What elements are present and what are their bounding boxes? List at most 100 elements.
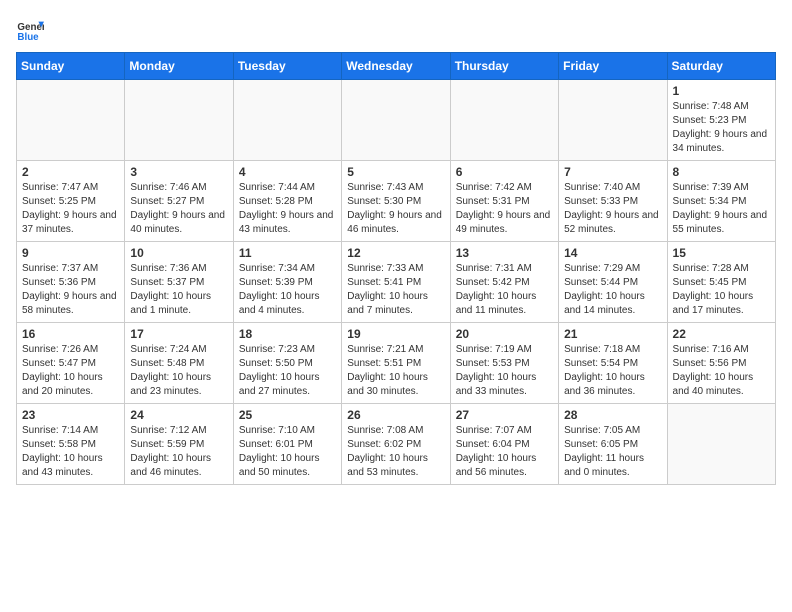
calendar-cell: 5Sunrise: 7:43 AM Sunset: 5:30 PM Daylig…	[342, 161, 450, 242]
calendar-cell: 8 Sunrise: 7:39 AM Sunset: 5:34 PM Daylig…	[667, 161, 775, 242]
day-number: 13	[456, 246, 553, 260]
day-number: 25	[239, 408, 336, 422]
day-number: 28	[564, 408, 661, 422]
calendar-cell: 10 Sunrise: 7:36 AM Sunset: 5:37 PM Dayli…	[125, 242, 233, 323]
calendar-cell: 6 Sunrise: 7:42 AM Sunset: 5:31 PM Daylig…	[450, 161, 558, 242]
day-info: Sunrise: 7:34 AM Sunset: 5:39 PM Dayligh…	[239, 262, 336, 318]
day-number: 11	[239, 246, 336, 260]
calendar-cell	[450, 80, 558, 161]
day-number: 24	[130, 408, 227, 422]
day-of-week-header: Monday	[125, 53, 233, 80]
day-number: 1	[673, 84, 770, 98]
day-number: 18	[239, 327, 336, 341]
day-info: Sunrise: 7:18 AM Sunset: 5:54 PM Dayligh…	[564, 343, 661, 399]
calendar-cell: 24 Sunrise: 7:12 AM Sunset: 5:59 PM Dayli…	[125, 404, 233, 485]
day-number: 6	[456, 165, 553, 179]
day-number: 27	[456, 408, 553, 422]
day-info: Sunrise: 7:36 AM Sunset: 5:37 PM Dayligh…	[130, 262, 227, 318]
day-number: 5	[347, 165, 444, 179]
day-info: Sunrise: 7:39 AM Sunset: 5:34 PM Dayligh…	[673, 181, 770, 237]
calendar-cell: 12 Sunrise: 7:33 AM Sunset: 5:41 PM Dayli…	[342, 242, 450, 323]
calendar-cell: 7Sunrise: 7:40 AM Sunset: 5:33 PM Daylig…	[559, 161, 667, 242]
day-info: Sunrise: 7:33 AM Sunset: 5:41 PM Dayligh…	[347, 262, 444, 318]
day-info: Sunrise: 7:08 AM Sunset: 6:02 PM Dayligh…	[347, 424, 444, 480]
day-info: Sunrise: 7:31 AM Sunset: 5:42 PM Dayligh…	[456, 262, 553, 318]
day-number: 16	[22, 327, 119, 341]
calendar-week-row: 9 Sunrise: 7:37 AM Sunset: 5:36 PM Daylig…	[17, 242, 776, 323]
day-info: Sunrise: 7:42 AM Sunset: 5:31 PM Dayligh…	[456, 181, 553, 237]
calendar-week-row: 2 Sunrise: 7:47 AM Sunset: 5:25 PM Daylig…	[17, 161, 776, 242]
day-info: Sunrise: 7:48 AM Sunset: 5:23 PM Dayligh…	[673, 100, 770, 156]
calendar-cell	[233, 80, 341, 161]
calendar-cell: 15 Sunrise: 7:28 AM Sunset: 5:45 PM Dayli…	[667, 242, 775, 323]
day-number: 8	[673, 165, 770, 179]
day-info: Sunrise: 7:40 AM Sunset: 5:33 PM Dayligh…	[564, 181, 661, 237]
calendar-cell	[17, 80, 125, 161]
calendar-week-row: 16 Sunrise: 7:26 AM Sunset: 5:47 PM Dayli…	[17, 323, 776, 404]
day-number: 20	[456, 327, 553, 341]
calendar-cell: 23 Sunrise: 7:14 AM Sunset: 5:58 PM Dayli…	[17, 404, 125, 485]
day-number: 19	[347, 327, 444, 341]
day-info: Sunrise: 7:26 AM Sunset: 5:47 PM Dayligh…	[22, 343, 119, 399]
calendar-cell: 2 Sunrise: 7:47 AM Sunset: 5:25 PM Daylig…	[17, 161, 125, 242]
day-number: 22	[673, 327, 770, 341]
svg-text:Blue: Blue	[17, 32, 39, 43]
day-number: 23	[22, 408, 119, 422]
day-info: Sunrise: 7:12 AM Sunset: 5:59 PM Dayligh…	[130, 424, 227, 480]
calendar-week-row: 23 Sunrise: 7:14 AM Sunset: 5:58 PM Dayli…	[17, 404, 776, 485]
day-info: Sunrise: 7:47 AM Sunset: 5:25 PM Dayligh…	[22, 181, 119, 237]
day-info: Sunrise: 7:14 AM Sunset: 5:58 PM Dayligh…	[22, 424, 119, 480]
calendar-header-row: SundayMondayTuesdayWednesdayThursdayFrid…	[17, 53, 776, 80]
day-number: 2	[22, 165, 119, 179]
calendar-cell	[342, 80, 450, 161]
day-number: 14	[564, 246, 661, 260]
calendar-cell: 14 Sunrise: 7:29 AM Sunset: 5:44 PM Dayli…	[559, 242, 667, 323]
day-number: 12	[347, 246, 444, 260]
calendar-cell: 18Sunrise: 7:23 AM Sunset: 5:50 PM Dayli…	[233, 323, 341, 404]
calendar-cell: 20 Sunrise: 7:19 AM Sunset: 5:53 PM Dayli…	[450, 323, 558, 404]
day-number: 10	[130, 246, 227, 260]
day-of-week-header: Sunday	[17, 53, 125, 80]
day-number: 15	[673, 246, 770, 260]
calendar-week-row: 1 Sunrise: 7:48 AM Sunset: 5:23 PM Daylig…	[17, 80, 776, 161]
calendar-cell	[125, 80, 233, 161]
calendar-cell: 22Sunrise: 7:16 AM Sunset: 5:56 PM Dayli…	[667, 323, 775, 404]
page-header: General Blue	[16, 16, 776, 44]
day-of-week-header: Saturday	[667, 53, 775, 80]
calendar-cell: 16 Sunrise: 7:26 AM Sunset: 5:47 PM Dayli…	[17, 323, 125, 404]
day-info: Sunrise: 7:24 AM Sunset: 5:48 PM Dayligh…	[130, 343, 227, 399]
calendar-cell: 13 Sunrise: 7:31 AM Sunset: 5:42 PM Dayli…	[450, 242, 558, 323]
day-of-week-header: Thursday	[450, 53, 558, 80]
day-info: Sunrise: 7:07 AM Sunset: 6:04 PM Dayligh…	[456, 424, 553, 480]
day-of-week-header: Tuesday	[233, 53, 341, 80]
day-of-week-header: Wednesday	[342, 53, 450, 80]
day-info: Sunrise: 7:19 AM Sunset: 5:53 PM Dayligh…	[456, 343, 553, 399]
day-number: 17	[130, 327, 227, 341]
day-info: Sunrise: 7:21 AM Sunset: 5:51 PM Dayligh…	[347, 343, 444, 399]
day-info: Sunrise: 7:44 AM Sunset: 5:28 PM Dayligh…	[239, 181, 336, 237]
calendar-cell	[667, 404, 775, 485]
calendar-cell: 11 Sunrise: 7:34 AM Sunset: 5:39 PM Dayli…	[233, 242, 341, 323]
day-number: 4	[239, 165, 336, 179]
calendar-cell: 19 Sunrise: 7:21 AM Sunset: 5:51 PM Dayli…	[342, 323, 450, 404]
calendar-cell: 26 Sunrise: 7:08 AM Sunset: 6:02 PM Dayli…	[342, 404, 450, 485]
calendar-cell: 3 Sunrise: 7:46 AM Sunset: 5:27 PM Daylig…	[125, 161, 233, 242]
calendar-cell: 17 Sunrise: 7:24 AM Sunset: 5:48 PM Dayli…	[125, 323, 233, 404]
day-info: Sunrise: 7:29 AM Sunset: 5:44 PM Dayligh…	[564, 262, 661, 318]
calendar-cell: 27 Sunrise: 7:07 AM Sunset: 6:04 PM Dayli…	[450, 404, 558, 485]
calendar-cell: 28Sunrise: 7:05 AM Sunset: 6:05 PM Dayli…	[559, 404, 667, 485]
day-info: Sunrise: 7:46 AM Sunset: 5:27 PM Dayligh…	[130, 181, 227, 237]
logo: General Blue	[16, 16, 48, 44]
calendar-cell	[559, 80, 667, 161]
calendar-table: SundayMondayTuesdayWednesdayThursdayFrid…	[16, 52, 776, 485]
day-info: Sunrise: 7:37 AM Sunset: 5:36 PM Dayligh…	[22, 262, 119, 318]
day-number: 9	[22, 246, 119, 260]
calendar-cell: 21Sunrise: 7:18 AM Sunset: 5:54 PM Dayli…	[559, 323, 667, 404]
calendar-cell: 9 Sunrise: 7:37 AM Sunset: 5:36 PM Daylig…	[17, 242, 125, 323]
day-info: Sunrise: 7:10 AM Sunset: 6:01 PM Dayligh…	[239, 424, 336, 480]
day-number: 3	[130, 165, 227, 179]
calendar-cell: 25 Sunrise: 7:10 AM Sunset: 6:01 PM Dayli…	[233, 404, 341, 485]
day-info: Sunrise: 7:28 AM Sunset: 5:45 PM Dayligh…	[673, 262, 770, 318]
logo-icon: General Blue	[16, 16, 44, 44]
day-number: 26	[347, 408, 444, 422]
